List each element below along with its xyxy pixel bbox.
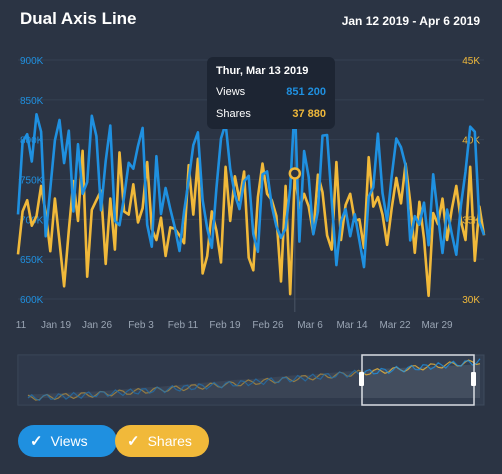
tooltip-shares-label: Shares — [216, 108, 251, 120]
x-tick-label: Mar 22 — [379, 320, 411, 331]
check-icon: ✓ — [127, 433, 140, 450]
y-left-tick-label: 850K — [20, 96, 44, 107]
x-tick-label: Mar 6 — [297, 320, 323, 331]
tooltip-row-shares: Shares 37 880 — [216, 108, 326, 122]
tooltip-date: Thur, Mar 13 2019 — [216, 65, 309, 77]
navigator-mask — [18, 355, 361, 405]
x-tick-label: Mar 29 — [421, 320, 453, 331]
tooltip-views-label: Views — [216, 86, 246, 98]
y-right-tick-label: 45K — [462, 56, 480, 67]
y-left-tick-label: 900K — [20, 56, 44, 67]
shares-highlight-marker — [288, 167, 302, 180]
x-tick-label: Feb 19 — [209, 320, 241, 331]
tooltip-views-value: 851 200 — [286, 86, 326, 98]
check-icon: ✓ — [30, 433, 43, 450]
y-left-tick-label: 750K — [20, 176, 44, 187]
y-left-tick-label: 650K — [20, 255, 44, 266]
navigator[interactable] — [17, 354, 485, 406]
navigator-handle-right — [471, 372, 476, 386]
y-left-tick-label: 600K — [20, 295, 44, 306]
x-tick-label: 11 — [16, 320, 27, 331]
tooltip-row-views: Views 851 200 — [216, 86, 326, 100]
y-right-tick-label: 40K — [462, 136, 480, 147]
navigator-handle-left — [359, 372, 364, 386]
legend-shares-label: Shares — [147, 433, 192, 449]
x-tick-label: Feb 3 — [128, 320, 154, 331]
legend-views-label: Views — [50, 433, 88, 449]
x-tick-label: Jan 26 — [82, 320, 112, 331]
x-tick-label: Jan 19 — [41, 320, 71, 331]
tooltip-shares-value: 37 880 — [292, 108, 326, 120]
y-right-tick-label: 30K — [462, 295, 480, 306]
y-axis-left: 600K650K700K750K800K850K900K — [20, 56, 44, 306]
x-tick-label: Feb 11 — [168, 320, 199, 331]
x-tick-label: Feb 26 — [252, 320, 284, 331]
x-axis: 11 Jan 19 Jan 26 Feb 3 Feb 11 Feb 19 Feb 26 Mar… — [16, 320, 453, 331]
legend-views-button[interactable]: ✓ Views — [18, 425, 117, 457]
x-tick-label: Mar 14 — [336, 320, 368, 331]
legend-shares-button[interactable]: ✓ Shares — [115, 425, 209, 457]
tooltip: Thur, Mar 13 2019 Views 851 200 Shares 3… — [207, 57, 335, 129]
